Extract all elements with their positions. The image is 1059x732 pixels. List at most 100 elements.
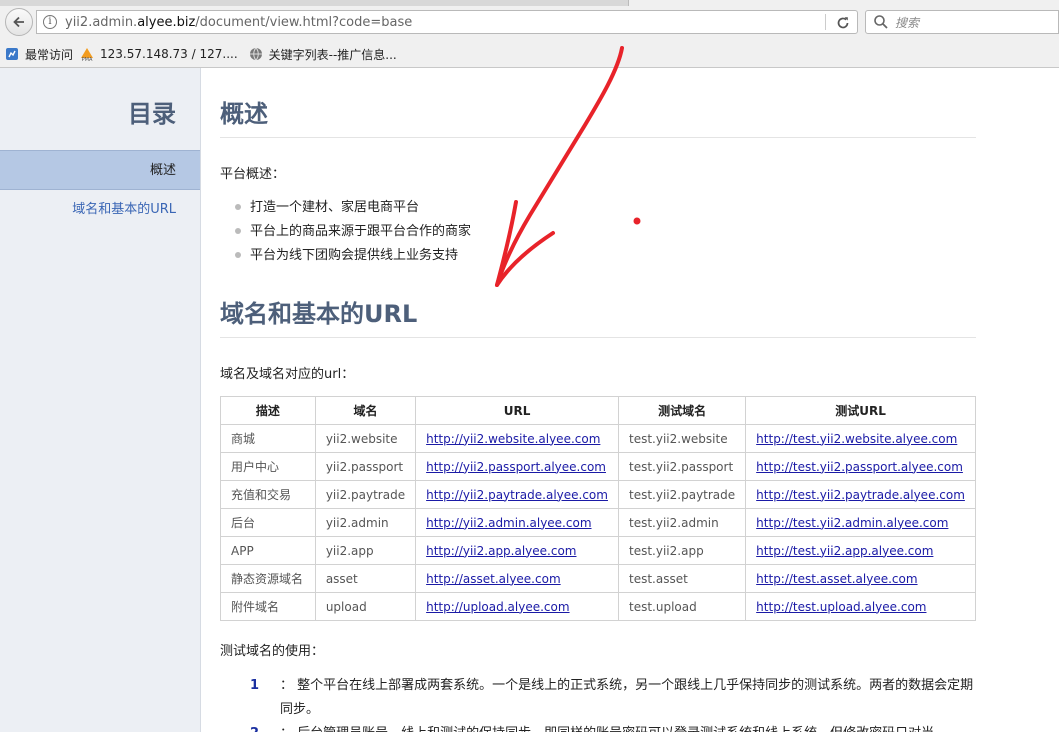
test-url-link[interactable]: http://test.yii2.paytrade.alyee.com bbox=[756, 488, 965, 502]
table-cell: http://asset.alyee.com bbox=[415, 564, 620, 593]
search-icon bbox=[874, 15, 888, 29]
browser-chrome: i yii2.admin.alyee.biz/document/view.htm… bbox=[0, 0, 1059, 68]
note-number: 1 bbox=[250, 678, 260, 693]
globe-icon bbox=[248, 46, 264, 62]
table-cell: http://yii2.website.alyee.com bbox=[415, 424, 620, 453]
column-header: URL bbox=[415, 396, 620, 425]
url-link[interactable]: http://yii2.paytrade.alyee.com bbox=[426, 488, 608, 502]
test-url-link[interactable]: http://test.yii2.website.alyee.com bbox=[756, 432, 957, 446]
overview-list: 打造一个建材、家居电商平台 平台上的商品来源于跟平台合作的商家 平台为线下团购会… bbox=[220, 199, 471, 271]
table-cell: http://yii2.admin.alyee.com bbox=[415, 508, 620, 537]
url-domain: alyee.biz bbox=[137, 14, 196, 30]
table-cell: 商城 bbox=[220, 424, 316, 453]
column-header: 域名 bbox=[314, 396, 417, 425]
column-header: 描述 bbox=[220, 396, 316, 425]
list-item: 2： 后台管理员账号，线上和测试的保持同步，即同样的账号密码可以登录测试系统和线… bbox=[220, 722, 976, 732]
url-separator bbox=[825, 14, 826, 30]
test-url-link[interactable]: http://test.yii2.admin.alyee.com bbox=[756, 516, 948, 530]
url-prefix: yii2.admin. bbox=[65, 14, 138, 30]
table-cell: 后台 bbox=[220, 508, 316, 537]
column-header: 测试URL bbox=[745, 396, 976, 425]
table-cell: upload bbox=[314, 592, 417, 621]
test-url-link[interactable]: http://test.upload.alyee.com bbox=[756, 600, 926, 614]
url-text[interactable]: yii2.admin.alyee.biz/document/view.html?… bbox=[65, 15, 412, 30]
table-row: 附件域名 upload http://upload.alyee.com test.up… bbox=[220, 592, 976, 621]
table-cell: http://yii2.app.alyee.com bbox=[415, 536, 620, 565]
note-number: 2 bbox=[250, 722, 259, 732]
toc-item-domains[interactable]: 域名和基本的URL bbox=[0, 190, 200, 230]
section-heading-overview: 概述 bbox=[220, 94, 976, 138]
svg-text:PMA: PMA bbox=[82, 57, 93, 62]
table-cell: http://yii2.paytrade.alyee.com bbox=[415, 480, 620, 509]
list-item: 1 ： 整个平台在线上部署成两套系统。一个是线上的正式系统，另一个跟线上几乎保持同… bbox=[220, 674, 976, 722]
table-cell: yii2.passport bbox=[314, 452, 417, 481]
section-heading-domains: 域名和基本的URL bbox=[220, 294, 976, 338]
bookmark-keywords[interactable]: 关键字列表--推广信息... bbox=[248, 46, 397, 63]
url-link[interactable]: http://yii2.app.alyee.com bbox=[426, 544, 576, 558]
overview-intro: 平台概述： bbox=[220, 167, 286, 182]
browser-tab[interactable] bbox=[628, 0, 1059, 6]
table-row: 充值和交易 yii2.paytrade http://yii2.paytrade.a… bbox=[220, 480, 976, 509]
table-row: 后台 yii2.admin http://yii2.admin.alyee.com t… bbox=[220, 508, 976, 537]
bookmark-label: 关键字列表--推广信息... bbox=[268, 47, 397, 62]
table-cell: test.yii2.admin bbox=[618, 508, 747, 537]
table-header-row: 描述 域名 URL 测试域名 测试URL bbox=[220, 396, 976, 425]
tab-strip bbox=[0, 0, 1059, 6]
test-usage-notes: 1 ： 整个平台在线上部署成两套系统。一个是线上的正式系统，另一个跟线上几乎保持同… bbox=[220, 674, 976, 732]
table-cell: 静态资源域名 bbox=[220, 564, 316, 593]
address-bar[interactable]: i yii2.admin.alyee.biz/document/view.htm… bbox=[36, 10, 858, 34]
url-path: /document/view.html?code=base bbox=[195, 14, 413, 30]
table-row: APP yii2.app http://yii2.app.alyee.com test… bbox=[220, 536, 976, 565]
reload-icon[interactable] bbox=[834, 14, 852, 32]
url-link[interactable]: http://yii2.admin.alyee.com bbox=[426, 516, 591, 530]
info-icon[interactable]: i bbox=[43, 15, 57, 29]
table-cell: http://test.yii2.paytrade.alyee.com bbox=[745, 480, 976, 509]
list-item: 平台为线下团购会提供线上业务支持 bbox=[220, 247, 471, 271]
table-cell: test.yii2.paytrade bbox=[618, 480, 747, 509]
table-cell: APP bbox=[220, 536, 316, 565]
bookmark-label: 123.57.148.73 / 127.... bbox=[100, 47, 238, 61]
toc-title: 目录 bbox=[128, 100, 176, 128]
phpmyadmin-icon: PMA bbox=[79, 46, 95, 62]
note-text: ： 后台管理员账号，线上和测试的保持同步，即同样的账号密码可以登录测试系统和线上… bbox=[250, 722, 976, 732]
test-url-link[interactable]: http://test.asset.alyee.com bbox=[756, 572, 917, 586]
table-cell: http://upload.alyee.com bbox=[415, 592, 620, 621]
domains-intro: 域名及域名对应的url： bbox=[220, 367, 355, 382]
document-page: 目录 概述 域名和基本的URL 概述 平台概述： 打造一个建材、家居电商平台 平… bbox=[0, 68, 1059, 732]
search-bar[interactable]: 搜索 bbox=[865, 10, 1059, 34]
table-cell: yii2.admin bbox=[314, 508, 417, 537]
url-link[interactable]: http://yii2.website.alyee.com bbox=[426, 432, 600, 446]
table-cell: http://test.upload.alyee.com bbox=[745, 592, 976, 621]
table-cell: http://test.asset.alyee.com bbox=[745, 564, 976, 593]
note-text: ： 整个平台在线上部署成两套系统。一个是线上的正式系统，另一个跟线上几乎保持同步… bbox=[280, 678, 974, 717]
back-arrow-icon bbox=[13, 16, 24, 28]
table-cell: yii2.paytrade bbox=[314, 480, 417, 509]
test-usage-intro: 测试域名的使用： bbox=[220, 644, 325, 659]
bookmarks-toolbar: 最常访问 PMA 123.57.148.73 / 127.... 关键字列表--… bbox=[0, 42, 1059, 66]
table-cell: test.yii2.website bbox=[618, 424, 747, 453]
table-row: 商城 yii2.website http://yii2.website.alyee.… bbox=[220, 424, 976, 453]
table-cell: yii2.app bbox=[314, 536, 417, 565]
domains-table: 描述 域名 URL 测试域名 测试URL 商城 yii2.website http:… bbox=[220, 396, 976, 621]
back-button[interactable] bbox=[5, 8, 33, 36]
toc-item-overview[interactable]: 概述 bbox=[0, 150, 200, 190]
bookmark-most-visited[interactable]: 最常访问 bbox=[4, 46, 73, 63]
test-url-link[interactable]: http://test.yii2.passport.alyee.com bbox=[756, 460, 963, 474]
url-link[interactable]: http://upload.alyee.com bbox=[426, 600, 569, 614]
url-link[interactable]: http://asset.alyee.com bbox=[426, 572, 561, 586]
search-placeholder: 搜索 bbox=[895, 15, 920, 30]
table-cell: 附件域名 bbox=[220, 592, 316, 621]
toc-sidebar: 目录 概述 域名和基本的URL bbox=[0, 68, 201, 732]
table-cell: 用户中心 bbox=[220, 452, 316, 481]
list-item: 平台上的商品来源于跟平台合作的商家 bbox=[220, 223, 471, 247]
table-cell: http://test.yii2.website.alyee.com bbox=[745, 424, 976, 453]
table-cell: test.asset bbox=[618, 564, 747, 593]
bookmark-phpmyadmin[interactable]: PMA 123.57.148.73 / 127.... bbox=[79, 46, 238, 62]
table-cell: http://test.yii2.passport.alyee.com bbox=[745, 452, 976, 481]
url-link[interactable]: http://yii2.passport.alyee.com bbox=[426, 460, 606, 474]
bookmark-icon bbox=[4, 46, 20, 62]
table-cell: yii2.website bbox=[314, 424, 417, 453]
table-body: 商城 yii2.website http://yii2.website.alyee.… bbox=[220, 424, 976, 621]
test-url-link[interactable]: http://test.yii2.app.alyee.com bbox=[756, 544, 933, 558]
table-cell: http://yii2.passport.alyee.com bbox=[415, 452, 620, 481]
